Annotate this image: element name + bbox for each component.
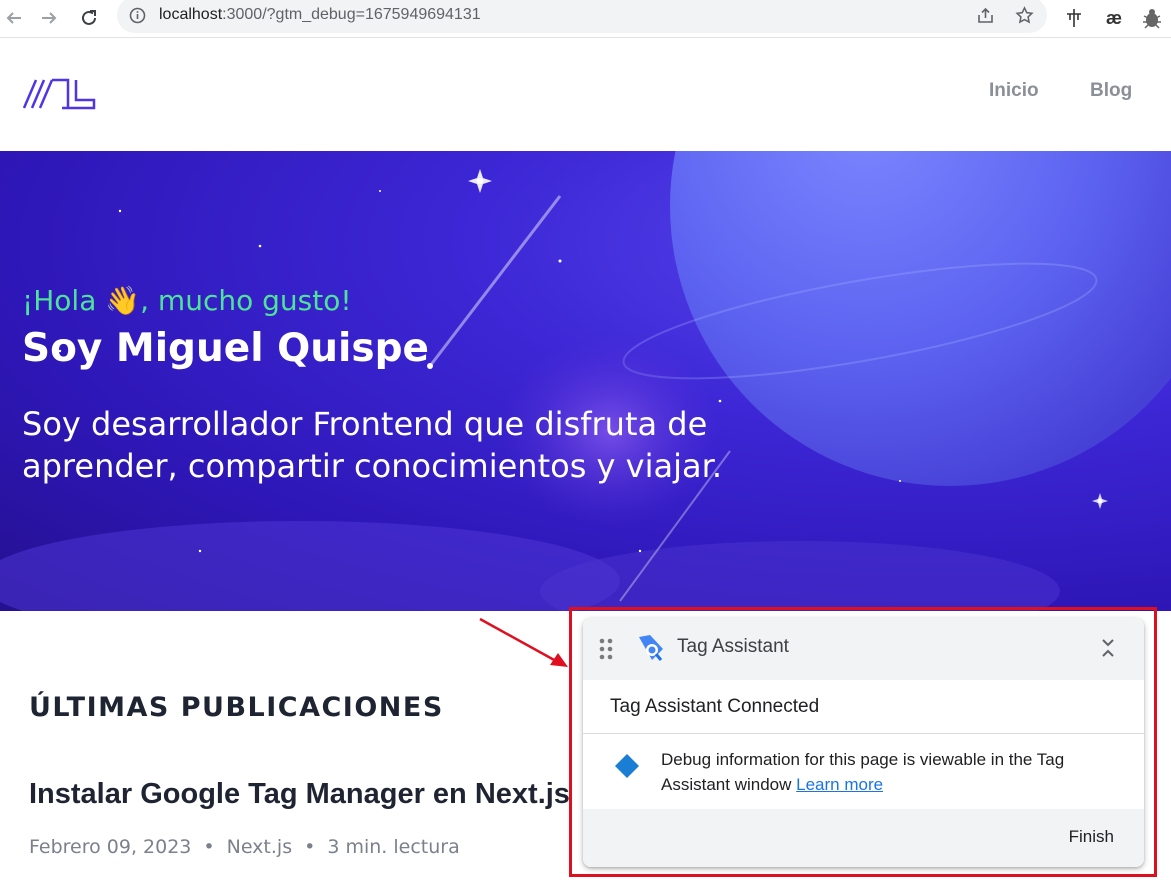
- post-reading-time: 3 min. lectura: [327, 836, 460, 858]
- post-date: Febrero 09, 2023: [29, 836, 192, 858]
- share-icon[interactable]: [975, 5, 995, 25]
- annotation-arrow: [479, 617, 568, 667]
- debug-message: Debug information for this page is viewa…: [661, 750, 1065, 794]
- nav-blog-link[interactable]: Blog: [1090, 80, 1132, 102]
- collapse-icon: [1102, 639, 1114, 657]
- learn-more-link[interactable]: Learn more: [796, 775, 883, 794]
- back-icon: [5, 9, 23, 27]
- bug-extension-icon[interactable]: [1140, 6, 1164, 30]
- debug-diamond-icon: [614, 753, 640, 784]
- site-logo[interactable]: [22, 78, 96, 115]
- post-title-link[interactable]: Instalar Google Tag Manager en Next.js: [29, 778, 570, 811]
- hero-banner: ¡Hola 👋, mucho gusto! Soy Miguel Quispe …: [0, 151, 1171, 611]
- url-text[interactable]: localhost:3000/?gtm_debug=1675949694131: [159, 6, 481, 24]
- browser-toolbar: localhost:3000/?gtm_debug=1675949694131 …: [0, 0, 1171, 38]
- tag-assistant-logo-icon: [637, 633, 665, 668]
- hero-description: Soy desarrollador Frontend que disfruta …: [22, 405, 722, 485]
- latest-posts-heading: ÚLTIMAS PUBLICACIONES: [29, 692, 444, 723]
- back-button[interactable]: [0, 4, 28, 32]
- reload-button[interactable]: [75, 4, 103, 32]
- tag-assistant-header: Tag Assistant: [583, 618, 1144, 680]
- star-icon[interactable]: [1014, 5, 1034, 25]
- connection-status: Tag Assistant Connected: [610, 696, 820, 717]
- drag-handle-icon[interactable]: [599, 638, 613, 665]
- waving-hand-icon: 👋: [105, 284, 141, 317]
- nav-inicio-link[interactable]: Inicio: [989, 80, 1039, 102]
- tag-assistant-title: Tag Assistant: [677, 636, 789, 657]
- address-bar[interactable]: localhost:3000/?gtm_debug=1675949694131: [117, 0, 1047, 33]
- hero-name: Soy Miguel Quispe: [22, 326, 430, 371]
- site-header: Inicio Blog: [0, 38, 1171, 151]
- space-illustration: [0, 151, 1171, 611]
- divider: [583, 733, 1144, 734]
- collapse-button[interactable]: [1096, 636, 1120, 660]
- ae-extension-icon[interactable]: æ: [1102, 6, 1126, 30]
- forward-button[interactable]: [35, 4, 63, 32]
- reload-icon: [80, 9, 98, 27]
- tag-assistant-footer: Finish: [583, 809, 1144, 867]
- forward-icon: [40, 9, 58, 27]
- hero-greeting: ¡Hola 👋, mucho gusto!: [22, 284, 352, 317]
- finish-button[interactable]: Finish: [1069, 827, 1114, 847]
- tag-assistant-panel: Tag Assistant Tag Assistant Connected De…: [583, 618, 1144, 867]
- post-category: Next.js: [226, 836, 293, 858]
- move-icon[interactable]: [1062, 6, 1086, 30]
- info-icon[interactable]: [129, 7, 146, 29]
- meta-separator: •: [304, 836, 316, 858]
- post-meta: Febrero 09, 2023 • Next.js • 3 min. lectura: [29, 836, 460, 858]
- meta-separator: •: [203, 836, 215, 858]
